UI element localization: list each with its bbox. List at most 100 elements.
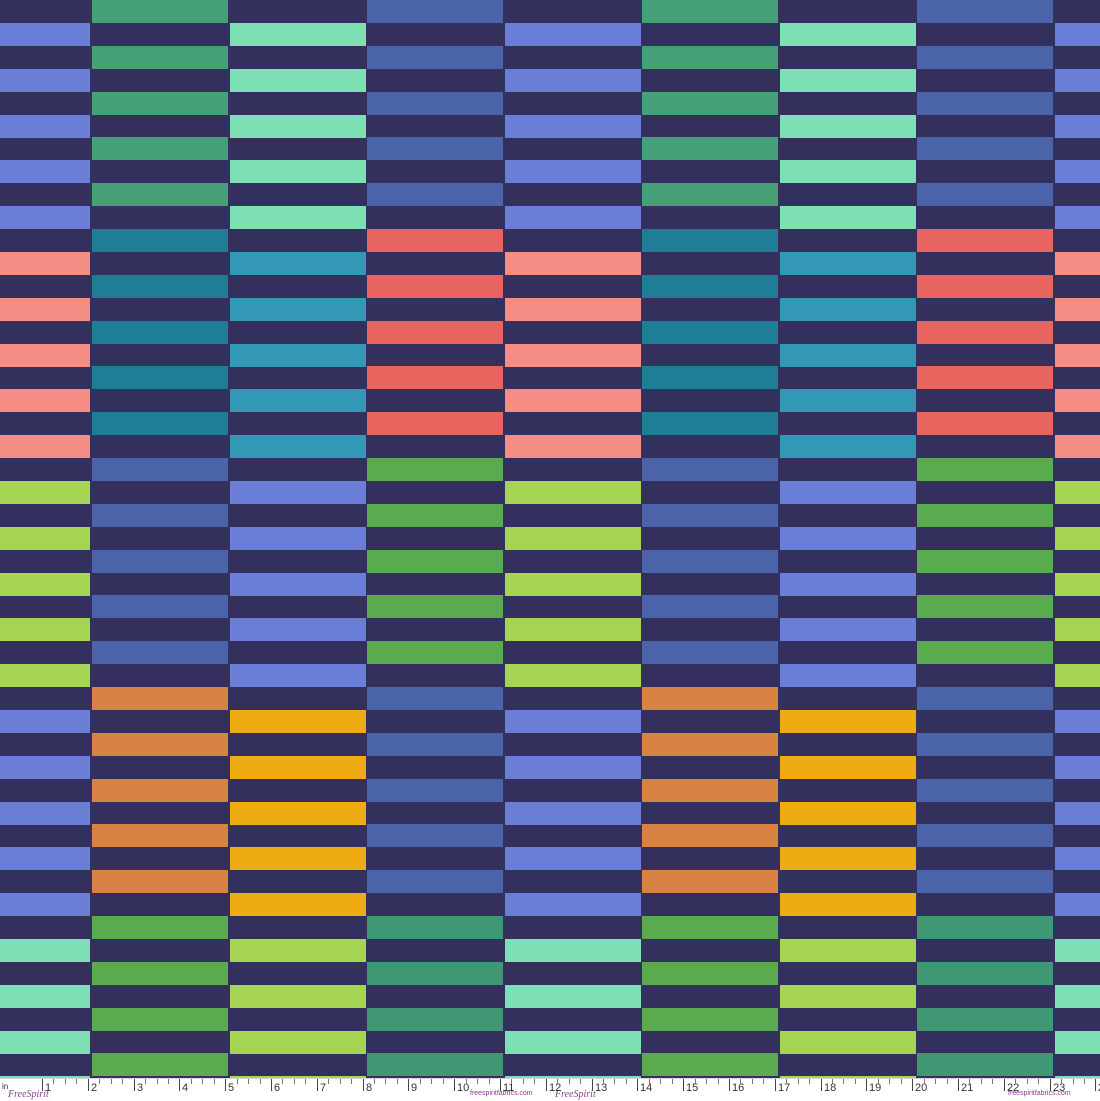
fabric-stripe [367, 320, 503, 344]
ruler-minor-tick [168, 1079, 169, 1084]
fabric-stripe [230, 68, 366, 92]
ruler-major-tick [454, 1079, 455, 1091]
fabric-stripe [230, 938, 366, 962]
fabric-stripe [642, 961, 778, 985]
fabric-stripe [92, 320, 228, 344]
fabric-stripe [505, 343, 641, 367]
fabric-stripe [917, 458, 1053, 481]
fabric-stripe [780, 251, 916, 275]
fabric-stripe [92, 229, 228, 252]
ruler-major-tick [500, 1079, 501, 1091]
ruler-inch-label: 3 [137, 1082, 144, 1094]
fabric-stripe [505, 206, 641, 230]
fabric-stripe [0, 251, 90, 275]
fabric-stripe [367, 503, 503, 527]
fabric-stripe [0, 1030, 90, 1054]
fabric-stripe [642, 137, 778, 161]
fabric-stripe [92, 274, 228, 298]
fabric-stripe [92, 183, 228, 207]
fabric-stripe [92, 1053, 228, 1077]
fabric-stripe [917, 732, 1053, 756]
fabric-stripe [780, 755, 916, 779]
fabric-stripe [1055, 435, 1100, 459]
ruler-minor-tick [157, 1079, 158, 1084]
fabric-stripe [1055, 572, 1100, 596]
fabric-stripe [505, 755, 641, 779]
brand-website-text: freespiritfabrics.com [470, 1090, 533, 1097]
fabric-stripe [917, 366, 1053, 390]
fabric-stripe [1055, 618, 1100, 642]
fabric-stripe [642, 824, 778, 848]
fabric-stripe [92, 778, 228, 802]
ruler-minor-tick [832, 1079, 833, 1084]
ruler-minor-tick [889, 1079, 890, 1084]
fabric-stripe [642, 183, 778, 207]
fabric-stripe [0, 618, 90, 642]
fabric-stripe [230, 160, 366, 184]
fabric-stripe [92, 366, 228, 390]
fabric-stripe [230, 664, 366, 688]
ruler-inch-label: 6 [274, 1082, 281, 1094]
ruler-minor-tick [420, 1079, 421, 1084]
fabric-stripe [0, 206, 90, 230]
fabric-stripe [505, 572, 641, 596]
fabric-stripe [642, 687, 778, 710]
fabric-stripe [1055, 847, 1100, 871]
fabric-stripe [1055, 664, 1100, 688]
fabric-stripe [367, 916, 503, 939]
fabric-stripe [505, 251, 641, 275]
fabric-stripe [92, 91, 228, 115]
fabric-stripe [780, 709, 916, 733]
fabric-stripe [505, 664, 641, 688]
fabric-stripe [917, 503, 1053, 527]
ruler-major-tick [546, 1079, 547, 1091]
ruler-major-tick [42, 1079, 43, 1091]
ruler-minor-tick [798, 1079, 799, 1084]
ruler-major-tick [134, 1079, 135, 1091]
fabric-stripe [92, 870, 228, 894]
fabric-stripe [230, 343, 366, 367]
ruler-minor-tick [523, 1079, 524, 1084]
fabric-stripe [0, 664, 90, 688]
fabric-stripe [230, 480, 366, 504]
fabric-stripe [367, 412, 503, 436]
ruler-minor-tick [202, 1079, 203, 1084]
fabric-stripe [230, 435, 366, 459]
fabric-stripe [917, 1053, 1053, 1077]
ruler-minor-tick [53, 1079, 54, 1084]
fabric-stripe [230, 22, 366, 46]
ruler-inch-label: 7 [320, 1082, 327, 1094]
ruler-minor-tick [431, 1079, 432, 1084]
ruler-minor-tick [305, 1079, 306, 1084]
fabric-stripe [1055, 984, 1100, 1008]
fabric-stripe [780, 480, 916, 504]
ruler-inch-label: 18 [824, 1082, 837, 1094]
ruler-minor-tick [569, 1079, 570, 1084]
ruler-minor-tick [1015, 1079, 1016, 1084]
fabric-stripe [505, 801, 641, 825]
fabric-stripe [505, 297, 641, 321]
fabric-stripe [0, 938, 90, 962]
fabric-stripe [917, 778, 1053, 802]
ruler-major-tick [225, 1079, 226, 1091]
fabric-stripe [780, 114, 916, 138]
fabric-stripe [230, 618, 366, 642]
fabric-stripe [780, 618, 916, 642]
fabric-stripe [642, 45, 778, 69]
fabric-stripe [780, 68, 916, 92]
ruler-minor-tick [466, 1079, 467, 1084]
ruler-minor-tick [328, 1079, 329, 1084]
ruler-inch-label: 8 [366, 1082, 373, 1094]
fabric-stripe [230, 572, 366, 596]
ruler-inch-label: 4 [182, 1082, 189, 1094]
fabric-stripe [505, 22, 641, 46]
fabric-stripe [1055, 22, 1100, 46]
fabric-stripe [1055, 938, 1100, 962]
fabric-stripe [917, 320, 1053, 344]
fabric-stripe [367, 0, 503, 23]
ruler-inch-label: 23 [1053, 1082, 1066, 1094]
fabric-stripe [505, 618, 641, 642]
ruler-major-tick [683, 1079, 684, 1091]
ruler-minor-tick [1061, 1079, 1062, 1084]
fabric-stripe [92, 732, 228, 756]
